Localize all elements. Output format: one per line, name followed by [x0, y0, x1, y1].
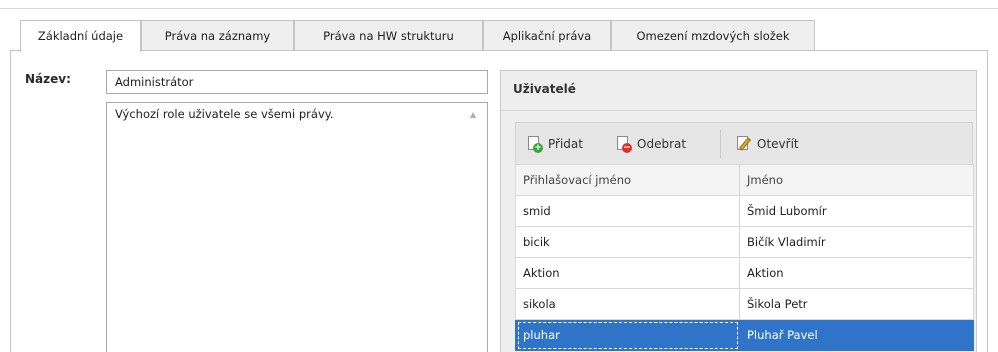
cell-name: Šmid Lubomír — [739, 195, 974, 227]
cell-login: smid — [515, 195, 740, 227]
scroll-up-arrow-icon[interactable]: ▲ — [470, 110, 476, 119]
edit-pencil-icon — [737, 136, 752, 152]
cell-login: pluhar — [515, 319, 740, 351]
table-row[interactable]: Aktion Aktion — [515, 257, 974, 289]
remove-user-button[interactable]: − Odebrat — [617, 133, 686, 155]
add-user-label: Přidat — [548, 137, 583, 151]
name-input[interactable] — [106, 70, 488, 94]
cell-name: Šikola Petr — [739, 288, 974, 320]
tab-wage-component-limits[interactable]: Omezení mzdových složek — [611, 20, 815, 50]
cell-login: sikola — [515, 288, 740, 320]
table-row[interactable]: bicik Bičík Vladimír — [515, 226, 974, 258]
cell-name: Aktion — [739, 257, 974, 289]
table-row[interactable]: sikola Šikola Petr — [515, 288, 974, 320]
add-user-button[interactable]: + Přidat — [528, 133, 583, 155]
users-table-header: Přihlašovací jméno Jméno — [515, 164, 974, 196]
remove-document-icon: − — [617, 136, 632, 153]
users-table: Přihlašovací jméno Jméno smid Šmid Lubom… — [515, 164, 974, 351]
description-textarea[interactable]: Výchozí role uživatele se všemi právy. — [106, 102, 488, 352]
column-header-name[interactable]: Jméno — [739, 164, 974, 196]
name-label: Název: — [25, 72, 71, 86]
cell-login: Aktion — [515, 257, 740, 289]
open-user-button[interactable]: Otevřít — [737, 133, 799, 155]
open-user-label: Otevřít — [757, 137, 799, 151]
table-row-selected[interactable]: pluhar Pluhař Pavel — [515, 319, 974, 351]
cell-login: bicik — [515, 226, 740, 258]
toolbar-separator — [720, 130, 721, 158]
column-header-login[interactable]: Přihlašovací jméno — [515, 164, 740, 196]
tab-record-rights[interactable]: Práva na záznamy — [141, 20, 294, 50]
tab-application-rights[interactable]: Aplikační práva — [483, 20, 611, 50]
tab-hw-structure-rights[interactable]: Práva na HW strukturu — [294, 20, 483, 50]
remove-user-label: Odebrat — [637, 137, 687, 151]
add-document-icon: + — [528, 136, 543, 153]
users-header-divider — [501, 110, 976, 111]
cell-name: Bičík Vladimír — [739, 226, 974, 258]
top-divider — [0, 8, 998, 9]
cell-name: Pluhař Pavel — [739, 319, 974, 351]
users-panel-title: Uživatelé — [513, 82, 576, 96]
tab-basic-info[interactable]: Základní údaje — [20, 20, 141, 52]
table-row[interactable]: smid Šmid Lubomír — [515, 195, 974, 227]
